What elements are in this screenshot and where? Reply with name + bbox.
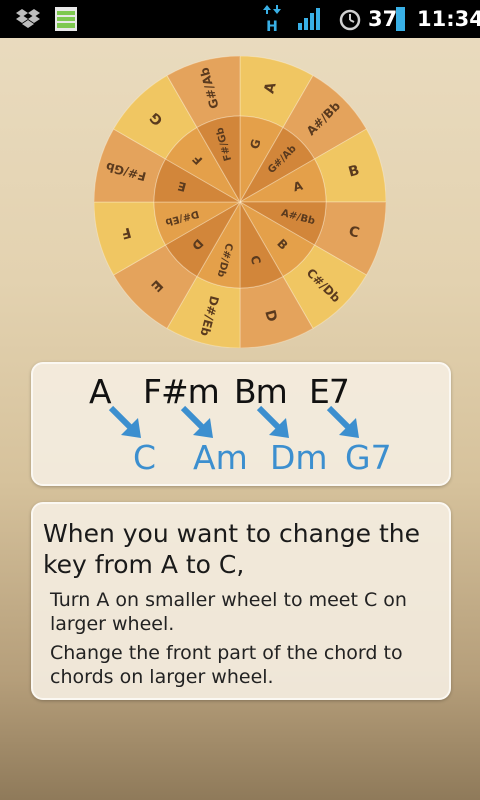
chord-to-2: Am xyxy=(193,438,248,477)
clock: 11:34 xyxy=(417,7,480,31)
dropbox-icon xyxy=(16,0,40,38)
sd-card-icon xyxy=(54,0,78,38)
instructions-panel: When you want to change the key from A t… xyxy=(31,502,451,700)
signal-icon xyxy=(298,0,324,38)
inner-key-wheel[interactable]: G G#/AbAA#/BbBCC#/DbDD#/EbEF F#/Gb xyxy=(153,115,327,289)
instruction-step-1: Turn A on smaller wheel to meet C on lar… xyxy=(50,589,407,635)
instructions-title: When you want to change the key from A t… xyxy=(43,519,421,579)
battery-icon xyxy=(396,0,405,38)
chord-to-1: C xyxy=(133,438,157,477)
alarm-icon xyxy=(338,0,362,38)
battery-percent: 37 xyxy=(368,7,398,31)
instruction-step-2: Change the front part of the chord to ch… xyxy=(50,642,403,688)
network-type-label: H xyxy=(266,19,278,33)
chord-to-4: G7 xyxy=(345,438,392,477)
chord-example-panel: A F#m Bm E7 C Am Dm G7 xyxy=(31,362,451,486)
data-transfer-icon: H xyxy=(262,0,282,38)
key-wheel[interactable]: AA#/BbBCC#/DbDD#/EbEFF#/GbGG#/Ab G G#/AbA… xyxy=(94,56,386,348)
chord-to-3: Dm xyxy=(270,438,328,477)
status-bar: H 37 11:34 xyxy=(0,0,480,38)
